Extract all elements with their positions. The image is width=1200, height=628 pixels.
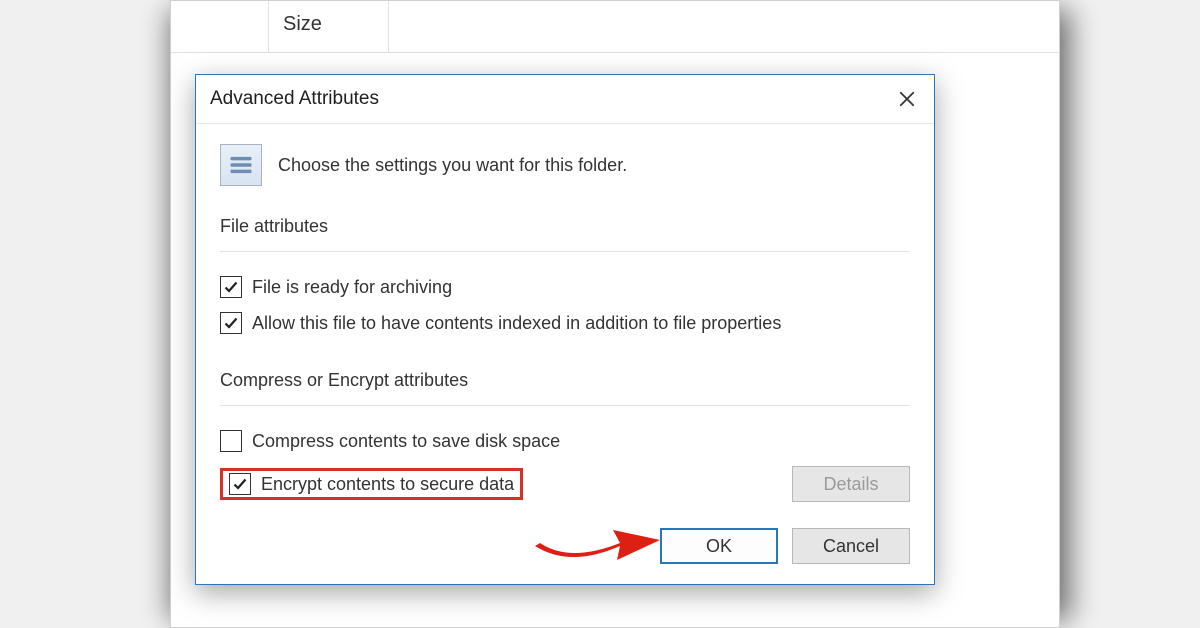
group-divider: [220, 405, 910, 406]
close-icon: [898, 90, 916, 108]
encrypt-highlight: Encrypt contents to secure data: [220, 468, 523, 500]
archiving-checkbox[interactable]: [220, 276, 242, 298]
indexed-checkbox-label: Allow this file to have contents indexed…: [252, 313, 781, 334]
size-column-header[interactable]: Size: [269, 1, 389, 52]
compress-checkbox-label: Compress contents to save disk space: [252, 431, 560, 452]
archiving-row[interactable]: File is ready for archiving: [220, 276, 910, 298]
checkmark-icon: [232, 476, 248, 492]
parent-header: Size: [171, 1, 1059, 53]
dialog-body: Choose the settings you want for this fo…: [196, 124, 934, 584]
dialog-buttons: OK Cancel: [220, 528, 910, 564]
intro-text: Choose the settings you want for this fo…: [278, 155, 627, 176]
encrypt-row-flex: Encrypt contents to secure data Details: [220, 466, 910, 502]
compress-checkbox[interactable]: [220, 430, 242, 452]
details-button[interactable]: Details: [792, 466, 910, 502]
checkmark-icon: [223, 279, 239, 295]
intro-row: Choose the settings you want for this fo…: [220, 144, 910, 186]
parent-header-spacer: [171, 1, 269, 52]
encrypt-row[interactable]: Encrypt contents to secure data: [229, 473, 514, 495]
archiving-checkbox-label: File is ready for archiving: [252, 277, 452, 298]
compress-encrypt-group: Compress contents to save disk space Enc…: [220, 420, 910, 502]
encrypt-checkbox[interactable]: [229, 473, 251, 495]
indexed-row[interactable]: Allow this file to have contents indexed…: [220, 312, 910, 334]
arrow-right-icon: [525, 508, 665, 568]
encrypt-checkbox-label: Encrypt contents to secure data: [261, 474, 514, 495]
cancel-button[interactable]: Cancel: [792, 528, 910, 564]
dialog-title: Advanced Attributes: [210, 88, 379, 110]
group-divider: [220, 251, 910, 252]
compress-row[interactable]: Compress contents to save disk space: [220, 430, 910, 452]
file-attributes-group: File is ready for archiving Allow this f…: [220, 266, 910, 370]
annotation-arrow: [525, 508, 665, 568]
ok-button[interactable]: OK: [660, 528, 778, 564]
compress-encrypt-label: Compress or Encrypt attributes: [220, 370, 910, 391]
file-attributes-label: File attributes: [220, 216, 910, 237]
dialog-titlebar: Advanced Attributes: [196, 75, 934, 124]
indexed-checkbox[interactable]: [220, 312, 242, 334]
checkmark-icon: [223, 315, 239, 331]
folder-settings-icon: [220, 144, 262, 186]
advanced-attributes-dialog: Advanced Attributes Choose the settings …: [195, 74, 935, 585]
close-button[interactable]: [892, 84, 922, 114]
